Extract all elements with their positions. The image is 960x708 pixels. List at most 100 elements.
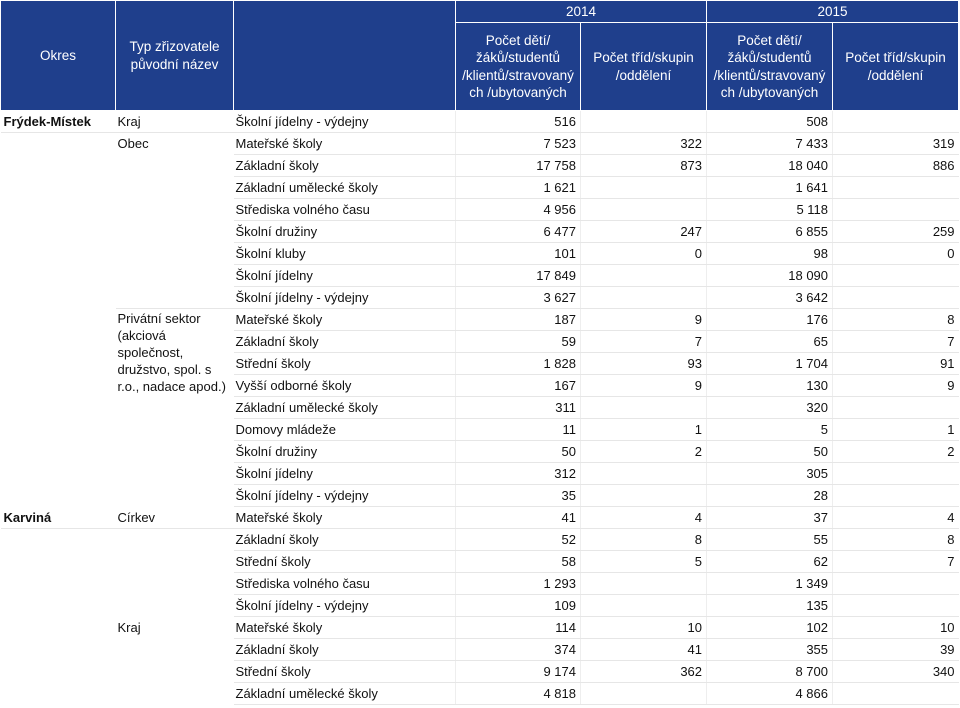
tridy-2014-cell: 873	[579, 154, 707, 177]
deti-2015-cell: 355	[706, 638, 833, 661]
school-statistics-table: Okres Typ zřizovatele původní název 2014…	[0, 0, 960, 705]
table-row: Základní školy 52 8 55 8	[1, 528, 959, 551]
table-body: Frýdek-Místek Kraj Školní jídelny - výde…	[0, 110, 959, 705]
okres-cell: Frýdek-Místek	[0, 110, 116, 133]
table-row: Karviná Církev Mateřské školy 41 4 37 4	[0, 506, 959, 529]
deti-2014-cell: 3 627	[455, 286, 581, 309]
header-pocet-deti-2015: Počet dětí/žáků/studentů /klientů/stravo…	[706, 22, 834, 111]
deti-2014-cell: 59	[455, 330, 581, 353]
deti-2015-cell: 5 118	[706, 198, 833, 221]
tridy-2015-cell: 8	[832, 528, 959, 551]
header-year-2015: 2015	[706, 0, 960, 23]
deti-2014-cell: 17 758	[455, 154, 581, 177]
tridy-2014-cell	[579, 396, 707, 419]
tridy-2014-cell: 5	[579, 550, 707, 573]
tridy-2015-cell: 886	[832, 154, 959, 177]
deti-2014-cell: 4 818	[455, 682, 581, 705]
tridy-2014-cell	[579, 594, 707, 617]
zrizovatel-cell: Církev	[115, 506, 234, 529]
deti-2014-cell: 58	[455, 550, 581, 573]
tridy-2014-cell	[579, 264, 707, 287]
deti-2015-cell: 135	[706, 594, 833, 617]
header-okres: Okres	[0, 0, 116, 111]
tridy-2015-cell: 91	[832, 352, 959, 375]
tridy-2015-cell: 4	[832, 506, 959, 529]
deti-2014-cell: 6 477	[455, 220, 581, 243]
typ-skoly-cell: Školní jídelny - výdejny	[233, 484, 456, 507]
typ-skoly-cell: Mateřské školy	[233, 308, 456, 331]
table-row: Privátní sektor (akciová společnost, dru…	[1, 308, 959, 394]
deti-2015-cell: 176	[706, 308, 833, 331]
deti-2015-cell: 5	[706, 418, 833, 441]
tridy-2015-cell	[832, 396, 959, 419]
deti-2014-cell: 7 523	[455, 132, 581, 155]
typ-skoly-cell: Školní jídelny	[233, 264, 456, 287]
tridy-2015-cell: 9	[832, 374, 959, 397]
deti-2015-cell: 62	[706, 550, 833, 573]
tridy-2015-cell	[832, 286, 959, 309]
deti-2015-cell: 37	[706, 506, 833, 529]
tridy-2015-cell	[832, 176, 959, 199]
deti-2015-cell: 1 641	[706, 176, 833, 199]
typ-skoly-cell: Střediska volného času	[233, 198, 456, 221]
okres-cell-span	[1, 133, 116, 507]
deti-2015-cell: 305	[706, 462, 833, 485]
deti-2014-cell: 17 849	[455, 264, 581, 287]
tridy-2014-cell: 93	[579, 352, 707, 375]
typ-skoly-cell: Domovy mládeže	[233, 418, 456, 441]
deti-2014-cell: 50	[455, 440, 581, 463]
deti-2014-cell: 9 174	[455, 660, 581, 683]
deti-2015-cell: 508	[706, 110, 833, 133]
okres-cell-span	[1, 529, 116, 705]
tridy-2015-cell	[832, 594, 959, 617]
typ-skoly-cell: Základní školy	[233, 154, 456, 177]
header-year-2014: 2014	[454, 0, 708, 23]
typ-skoly-cell: Školní jídelny - výdejny	[233, 286, 456, 309]
typ-skoly-cell: Vyšší odborné školy	[233, 374, 456, 397]
typ-skoly-cell: Školní jídelny - výdejny	[233, 110, 456, 133]
tridy-2014-cell: 0	[579, 242, 707, 265]
deti-2015-cell: 18 090	[706, 264, 833, 287]
tridy-2015-cell: 319	[832, 132, 959, 155]
tridy-2015-cell: 0	[832, 242, 959, 265]
deti-2014-cell: 4 956	[455, 198, 581, 221]
tridy-2014-cell	[579, 682, 707, 705]
tridy-2015-cell: 8	[832, 308, 959, 331]
deti-2015-cell: 18 040	[706, 154, 833, 177]
deti-2014-cell: 1 828	[455, 352, 581, 375]
tridy-2015-cell	[832, 572, 959, 595]
deti-2015-cell: 4 866	[706, 682, 833, 705]
header-typ-skoly	[233, 0, 456, 111]
deti-2014-cell: 41	[455, 506, 581, 529]
tridy-2015-cell: 10	[832, 616, 959, 639]
deti-2014-cell: 167	[455, 374, 581, 397]
deti-2015-cell: 65	[706, 330, 833, 353]
zrizovatel-cell: Obec	[115, 132, 234, 309]
header-pocet-trid-2014: Počet tříd/skupin /oddělení	[579, 22, 708, 111]
typ-skoly-cell: Mateřské školy	[233, 132, 456, 155]
tridy-2014-cell	[579, 286, 707, 309]
zrizovatel-cell: Privátní sektor (akciová společnost, dru…	[117, 311, 226, 394]
tridy-2014-cell: 8	[579, 528, 707, 551]
tridy-2015-cell: 7	[832, 330, 959, 353]
tridy-2015-cell	[832, 484, 959, 507]
tridy-2014-cell	[579, 462, 707, 485]
typ-skoly-cell: Školní družiny	[233, 220, 456, 243]
tridy-2014-cell: 9	[579, 308, 707, 331]
tridy-2015-cell	[832, 264, 959, 287]
tridy-2014-cell: 247	[579, 220, 707, 243]
typ-skoly-cell: Základní školy	[233, 528, 456, 551]
tridy-2014-cell	[579, 110, 707, 133]
typ-skoly-cell: Mateřské školy	[233, 616, 456, 639]
tridy-2014-cell	[579, 572, 707, 595]
typ-skoly-cell: Školní jídelny	[233, 462, 456, 485]
typ-skoly-cell: Školní kluby	[233, 242, 456, 265]
deti-2014-cell: 109	[455, 594, 581, 617]
deti-2014-cell: 187	[455, 308, 581, 331]
table-row: Obec Mateřské školy 7 523 322 7 433 319	[1, 132, 959, 309]
tridy-2014-cell: 362	[579, 660, 707, 683]
header-typ-zrizovatele: Typ zřizovatele původní název	[115, 0, 234, 111]
tridy-2014-cell	[579, 176, 707, 199]
tridy-2015-cell: 259	[832, 220, 959, 243]
deti-2015-cell: 1 349	[706, 572, 833, 595]
